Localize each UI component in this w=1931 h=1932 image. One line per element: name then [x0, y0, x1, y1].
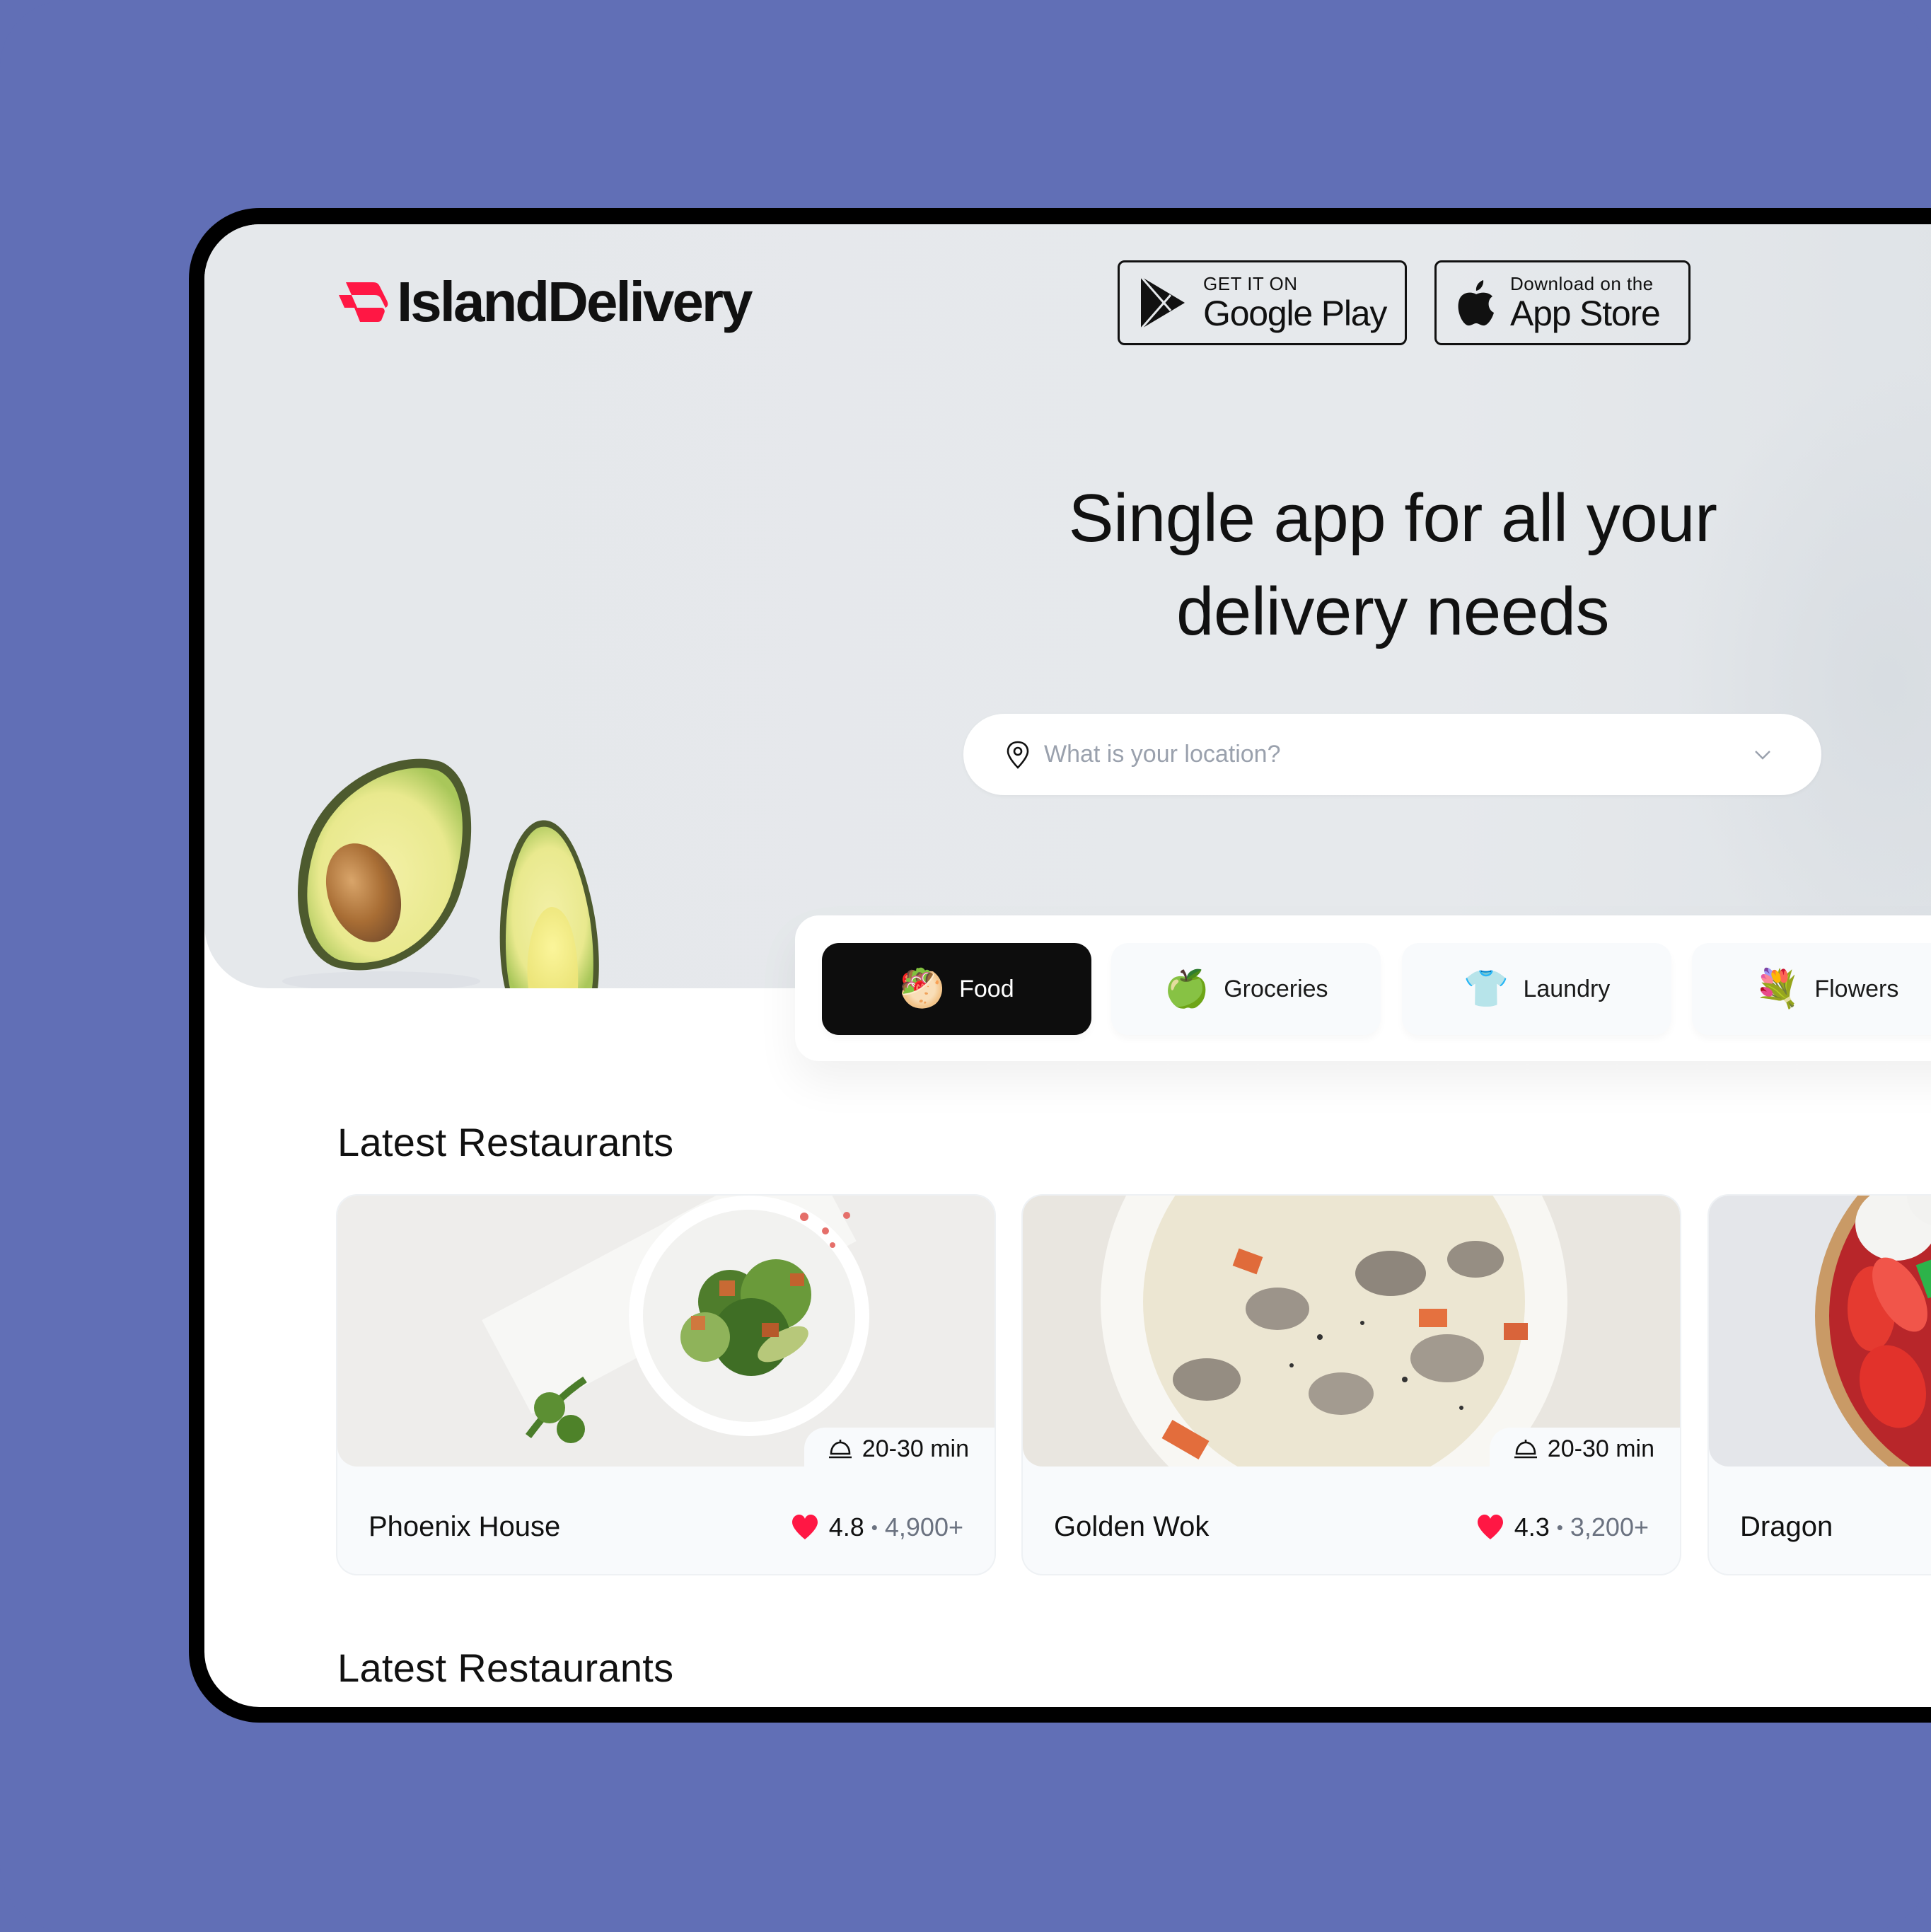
- category-label: Laundry: [1523, 975, 1611, 1002]
- stuffed-flatbread-icon: 🥙: [899, 968, 946, 1010]
- hero-glow: [1676, 366, 1931, 1002]
- restaurant-card[interactable]: 20-30 min Phoenix House 4.8 • 4,900+: [337, 1196, 995, 1574]
- restaurant-image: [1709, 1196, 1931, 1467]
- cloche-icon: [828, 1440, 852, 1459]
- category-label: Flowers: [1814, 975, 1899, 1002]
- headline-line-1: Single app for all your: [1068, 480, 1717, 556]
- google-play-icon: [1140, 276, 1185, 330]
- section-title: Latest Restaurants: [337, 1120, 674, 1164]
- restaurant-rating: 4.3 • 3,200+: [1476, 1512, 1649, 1542]
- review-count: 3,200+: [1570, 1512, 1649, 1541]
- restaurant-card[interactable]: 20-30 min Golden Wok 4.3 • 3,200+: [1023, 1196, 1680, 1574]
- rating-score: 4.3: [1514, 1512, 1550, 1541]
- app-store-button[interactable]: Download on the App Store: [1434, 260, 1691, 345]
- restaurant-image: [337, 1196, 995, 1467]
- avocado-image: [282, 758, 599, 988]
- separator-dot: •: [1556, 1516, 1563, 1538]
- app-store-big-text: App Store: [1510, 294, 1661, 333]
- brand-name: IslandDelivery: [397, 270, 753, 333]
- app-store-small-text: Download on the: [1510, 273, 1654, 294]
- category-flowers[interactable]: 💐 Flowers: [1692, 943, 1931, 1035]
- separator-dot: •: [871, 1516, 878, 1538]
- hero-headline: Single app for all your delivery needs: [940, 472, 1845, 659]
- apple-icon: [1458, 280, 1494, 326]
- cloche-icon: [1514, 1440, 1537, 1459]
- category-bar: 🥙 Food 🍏 Groceries 👕 Laundry 💐 Flowers: [795, 915, 1931, 1061]
- delivery-time-badge: 20-30 min: [1489, 1428, 1680, 1470]
- app-screen: IslandDelivery GET IT ON Google Play Dow…: [204, 224, 1931, 1707]
- google-play-small-text: GET IT ON: [1203, 273, 1298, 294]
- delivery-time-badge: 20-30 min: [804, 1428, 995, 1470]
- category-label: Groceries: [1224, 975, 1328, 1002]
- green-apple-icon: 🍏: [1164, 968, 1210, 1010]
- category-laundry[interactable]: 👕 Laundry: [1402, 943, 1671, 1035]
- brand-logo[interactable]: IslandDelivery: [337, 270, 753, 333]
- category-groceries[interactable]: 🍏 Groceries: [1111, 943, 1381, 1035]
- restaurant-rating: 4.8 • 4,900+: [791, 1512, 963, 1542]
- chevron-down-icon[interactable]: [1753, 748, 1772, 761]
- restaurant-name: Golden Wok: [1054, 1511, 1210, 1542]
- category-label: Food: [959, 975, 1014, 1002]
- section-title: Latest Restaurants: [337, 1645, 674, 1690]
- location-search[interactable]: [963, 714, 1821, 795]
- delivery-time: 20-30 min: [1547, 1435, 1654, 1462]
- location-pin-icon: [1007, 741, 1029, 769]
- rating-score: 4.8: [828, 1512, 864, 1541]
- review-count: 4,900+: [884, 1512, 963, 1541]
- headline-line-2: delivery needs: [1176, 574, 1610, 649]
- shirt-icon: 👕: [1463, 968, 1509, 1010]
- hero-section: IslandDelivery GET IT ON Google Play Dow…: [204, 224, 1931, 1002]
- logo-mark-icon: [339, 282, 388, 322]
- google-play-big-text: Google Play: [1203, 294, 1387, 333]
- bouquet-icon: 💐: [1754, 968, 1801, 1010]
- restaurant-image: [1023, 1196, 1680, 1467]
- heart-icon: [791, 1515, 818, 1539]
- location-input[interactable]: [1044, 741, 1753, 768]
- heart-icon: [1477, 1515, 1503, 1539]
- restaurant-name: Dragon: [1740, 1511, 1833, 1542]
- google-play-button[interactable]: GET IT ON Google Play: [1118, 260, 1407, 345]
- restaurant-name: Phoenix House: [369, 1511, 561, 1542]
- delivery-time: 20-30 min: [862, 1435, 969, 1462]
- restaurant-card[interactable]: Dragon: [1709, 1196, 1931, 1574]
- category-food[interactable]: 🥙 Food: [822, 943, 1091, 1035]
